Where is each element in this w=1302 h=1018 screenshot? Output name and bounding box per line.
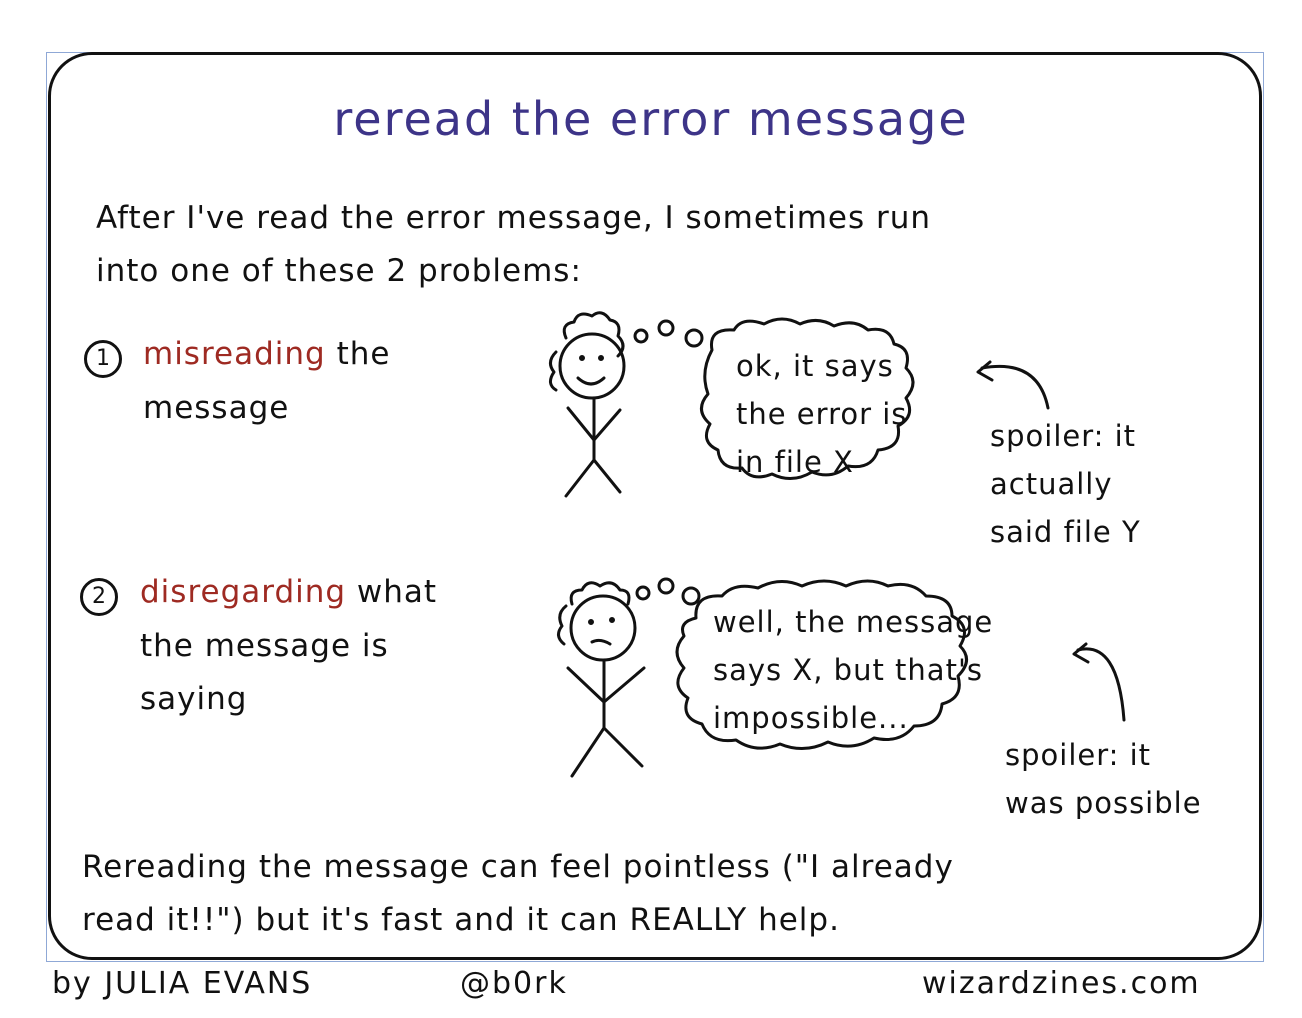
footer-handle: @b0rk <box>460 966 568 1001</box>
spoiler-1-line-1: spoiler: it <box>990 419 1137 453</box>
problem-2-line-2: the message is <box>140 628 389 664</box>
problem-2-highlight: disregarding <box>140 574 347 610</box>
page-title: reread the error message <box>333 92 969 146</box>
intro-line-1: After I've read the error message, I som… <box>96 200 932 236</box>
problem-1-highlight: misreading <box>143 336 326 372</box>
spoiler-2-line-2: was possible <box>1005 786 1202 820</box>
conclusion-line-1: Rereading the message can feel pointless… <box>82 849 954 885</box>
footer-author: by JULIA EVANS <box>52 966 313 1001</box>
spoiler-1-line-3: said file Y <box>990 515 1141 549</box>
problem-1-line-2: message <box>143 390 290 426</box>
problem-2-line-1: disregarding what <box>140 574 437 610</box>
thought-1-line-1: ok, it says <box>736 349 894 383</box>
problem-2-rest: what <box>346 574 438 610</box>
thought-1-line-2: the error is <box>736 397 908 431</box>
problem-2-line-3: saying <box>140 681 248 717</box>
problem-1-rest: the <box>325 336 391 372</box>
conclusion-line-2: read it!!") but it's fast and it can REA… <box>82 902 840 938</box>
number-badge-1: 1 <box>84 340 122 378</box>
problem-1-line-1: misreading the <box>143 336 390 372</box>
thought-2-line-2: says X, but that's <box>713 653 984 687</box>
spoiler-2-line-1: spoiler: it <box>1005 738 1152 772</box>
thought-2-line-3: impossible... <box>713 701 909 735</box>
spoiler-1-line-2: actually <box>990 467 1113 501</box>
intro-line-2: into one of these 2 problems: <box>96 253 582 289</box>
number-badge-2: 2 <box>80 578 118 616</box>
thought-1-line-3: in file X <box>736 445 854 479</box>
footer-site: wizardzines.com <box>922 966 1201 1001</box>
thought-2-line-1: well, the message <box>713 605 994 639</box>
